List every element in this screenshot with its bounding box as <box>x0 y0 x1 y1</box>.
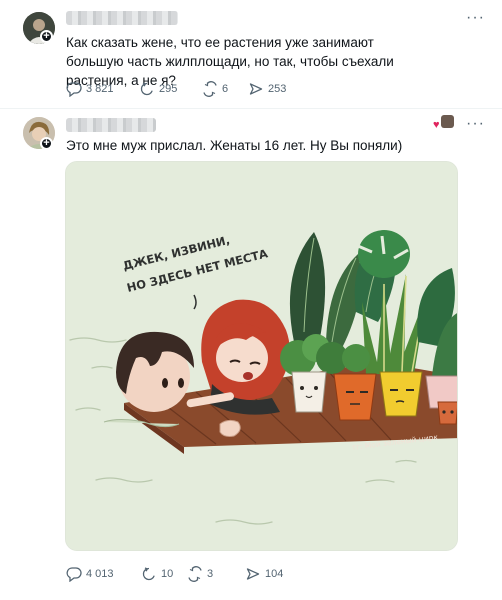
follow-badge-icon[interactable]: + <box>40 137 53 150</box>
views-icon <box>246 568 260 580</box>
heart-badge-icon: ♥ <box>433 119 440 131</box>
views-count: 104 <box>265 568 284 580</box>
reply-icon <box>66 82 82 97</box>
author-name-redacted <box>66 11 178 25</box>
retweet-count: 10 <box>161 568 174 580</box>
like-button[interactable]: 3 <box>187 566 213 582</box>
views-icon <box>249 83 263 95</box>
post-1[interactable]: + ··· Как сказать жене, что ее растения … <box>0 0 502 108</box>
retweet-count: 295 <box>159 83 178 95</box>
reply-count: 3 821 <box>86 83 114 95</box>
views-count: 253 <box>268 83 287 95</box>
post-actions: 4 013 10 3 104 <box>66 566 326 584</box>
author-name-redacted <box>66 118 156 132</box>
like-button[interactable]: 6 <box>202 81 228 97</box>
retweet-icon <box>142 567 155 581</box>
retweet-button[interactable]: 295 <box>139 81 177 97</box>
like-count: 6 <box>222 83 229 95</box>
like-count: 3 <box>207 568 214 580</box>
views-button[interactable]: 104 <box>245 566 283 582</box>
views-button[interactable]: 253 <box>248 81 286 97</box>
post-text: Это мне муж прислал. Женаты 16 лет. Ну В… <box>66 138 403 153</box>
post-image[interactable]: ДЖЕК, ИЗВИНИ, НО ЗДЕСЬ НЕТ МЕСТА тг: Мой… <box>65 161 458 551</box>
more-icon[interactable]: ··· <box>466 10 485 26</box>
reply-count: 4 013 <box>86 568 114 580</box>
more-icon[interactable]: ··· <box>466 116 485 132</box>
profile-badge <box>441 115 454 128</box>
follow-badge-icon[interactable]: + <box>40 30 53 43</box>
post-actions: 3 821 295 6 253 <box>66 81 326 99</box>
retweet-button[interactable]: 10 <box>141 566 173 582</box>
retweet-icon <box>140 82 153 96</box>
like-icon <box>188 566 202 582</box>
reply-icon <box>66 567 82 582</box>
reply-button[interactable]: 3 821 <box>66 81 114 97</box>
comic-illustration: ДЖЕК, ИЗВИНИ, НО ЗДЕСЬ НЕТ МЕСТА тг: Мой… <box>66 162 457 550</box>
like-icon <box>203 81 217 97</box>
reply-button[interactable]: 4 013 <box>66 566 114 582</box>
